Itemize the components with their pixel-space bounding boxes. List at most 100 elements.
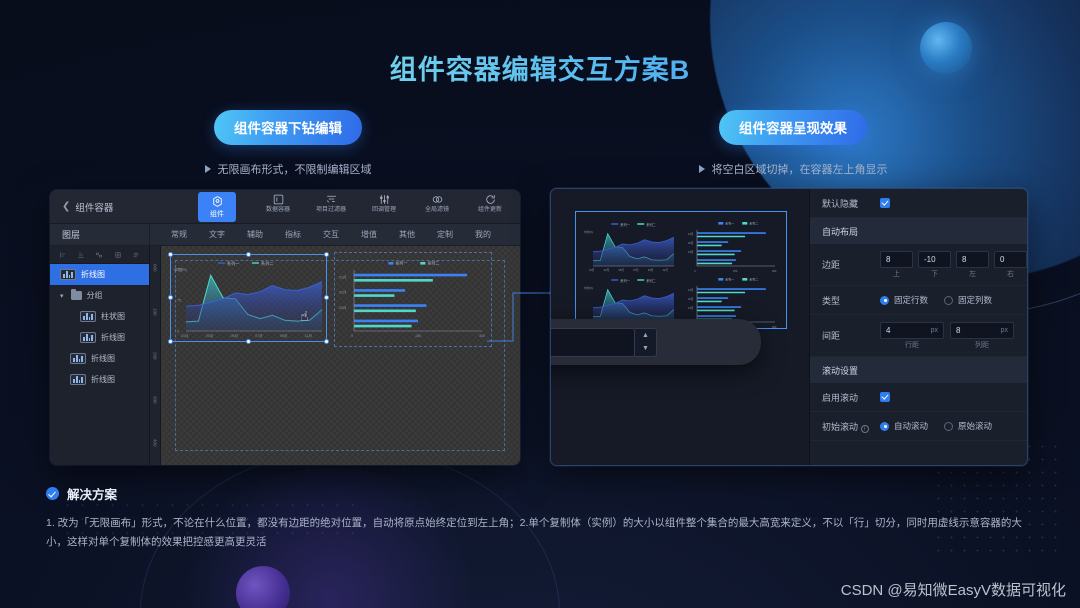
svg-text:01月: 01月: [688, 232, 694, 236]
radio-option-固定列数[interactable]: 固定列数: [944, 294, 992, 306]
radio-indicator[interactable]: [880, 295, 889, 305]
tab-我的[interactable]: 我的: [464, 229, 502, 240]
property-label: 初始滚动 i: [822, 420, 870, 433]
chart-icon: [70, 374, 86, 385]
badge-drilldown-edit: 组件容器下钻编辑: [214, 110, 362, 145]
toolbar-item-回调管理[interactable]: 回调管理: [364, 191, 404, 214]
radio-option-原始滚动[interactable]: 原始滚动: [944, 420, 992, 432]
chevron-down-icon[interactable]: ▾: [60, 292, 64, 300]
resize-handle[interactable]: [245, 252, 251, 257]
mask-icon: [432, 195, 442, 203]
svg-text:03月: 03月: [688, 306, 694, 310]
svg-text:01月: 01月: [688, 288, 694, 292]
list-icon[interactable]: [132, 246, 140, 264]
margin-input-左[interactable]: 8: [956, 250, 989, 268]
component-icon: [212, 196, 222, 207]
align-bottom-icon[interactable]: [77, 246, 85, 264]
layer-item-折线图[interactable]: 折线图: [50, 369, 149, 390]
margin-sublabel: 下: [931, 270, 938, 278]
margin-input-下[interactable]: -10: [918, 250, 951, 268]
component-button[interactable]: 组件: [198, 192, 236, 222]
svg-text:系列二: 系列二: [749, 220, 758, 225]
ruler-mark: 200: [152, 351, 158, 360]
rows-count-input[interactable]: 2: [551, 327, 635, 357]
svg-text:03月: 03月: [604, 268, 610, 272]
tab-常规[interactable]: 常规: [160, 229, 198, 240]
breadcrumb[interactable]: ❮ 组件容器: [50, 200, 113, 214]
tab-交互[interactable]: 交互: [312, 229, 350, 240]
rows-count-callout: 行数 2 ▲ ▼: [551, 319, 761, 365]
svg-text:0: 0: [177, 329, 179, 333]
tab-指标[interactable]: 指标: [274, 229, 312, 240]
layer-item-分组[interactable]: ▾ 分组: [50, 285, 149, 306]
breadcrumb-label: 组件容器: [75, 202, 114, 214]
tab-辅助[interactable]: 辅助: [236, 229, 274, 240]
checkbox-默认隐藏[interactable]: [880, 198, 890, 208]
radio-indicator[interactable]: [944, 421, 954, 431]
toolbar-item-label: 全局滤镜: [424, 207, 449, 213]
radio-indicator[interactable]: [880, 421, 889, 431]
chevron-up-icon[interactable]: ▲: [635, 329, 656, 343]
margin-input-上[interactable]: 8: [880, 250, 913, 268]
svg-text:02月: 02月: [688, 241, 694, 245]
tab-其他[interactable]: 其他: [388, 229, 426, 240]
property-row-启用滚动: 启用滚动: [810, 383, 1027, 412]
ruler-mark: 100: [152, 307, 158, 316]
tab-定制[interactable]: 定制: [426, 229, 464, 240]
svg-text:03月: 03月: [206, 333, 214, 338]
chevron-left-icon[interactable]: ❮: [62, 201, 70, 212]
watermark: CSDN @易知微EasyV数据可视化: [840, 582, 1066, 599]
toolbar-item-label: 组件更新: [477, 207, 502, 213]
gap-input-列距[interactable]: 8 px: [950, 321, 1014, 339]
tab-文字[interactable]: 文字: [198, 229, 236, 240]
sliders-icon: [379, 194, 389, 204]
solution-section: 解决方案 1. 改为「无限画布」形式，不论在什么位置，都没有边距的绝对位置，自动…: [46, 484, 1034, 562]
toolbar-item-全局滤镜[interactable]: 全局滤镜: [417, 191, 457, 214]
layer-tool-row: [50, 246, 149, 264]
chevron-down-icon[interactable]: ▼: [635, 342, 656, 356]
area-chart[interactable]: 系列一 系列二 单位(%) 0 75 150 01月 03月 05月 07月 09月 11月: [172, 258, 325, 340]
margin-sublabel: 右: [1007, 270, 1014, 278]
bar-chart[interactable]: 系列一 系列二 01月 02月 03月 0 150 300: [687, 220, 779, 273]
property-tabs: 常规 文字 辅助 指标 交互 增值 其他 定制 我的: [150, 224, 520, 245]
radio-option-固定行数[interactable]: 固定行数: [880, 294, 928, 306]
property-row-默认隐藏: 默认隐藏: [810, 189, 1027, 218]
distribute-icon[interactable]: [95, 246, 103, 264]
component-button-label: 组件: [210, 211, 224, 218]
radio-label: 自动滚动: [894, 421, 929, 431]
property-label: 间距: [822, 331, 841, 341]
solution-header: 解决方案: [46, 484, 1034, 503]
margin-input-右[interactable]: 0: [994, 250, 1027, 268]
svg-text:150: 150: [177, 267, 183, 271]
layer-item-柱状图[interactable]: 柱状图: [50, 306, 149, 327]
align-left-icon[interactable]: [59, 246, 67, 264]
check-circle-icon: [46, 487, 59, 500]
tab-增值[interactable]: 增值: [350, 229, 388, 240]
toolbar-item-组件更新[interactable]: 组件更新: [470, 191, 510, 214]
gap-input-行距[interactable]: 4 px: [880, 321, 944, 339]
info-icon[interactable]: i: [860, 424, 869, 433]
property-section-自动布局: 自动布局: [810, 218, 1027, 244]
resize-handle[interactable]: [168, 252, 173, 257]
svg-text:系列一: 系列一: [620, 222, 630, 227]
layer-item-折线图[interactable]: 折线图: [50, 327, 149, 348]
note-left: 无限画布形式，不限制编辑区域: [138, 161, 438, 177]
radio-option-自动滚动[interactable]: 自动滚动: [880, 420, 928, 432]
toolbar-item-项目过滤器[interactable]: 项目过滤器: [311, 191, 351, 214]
area-chart[interactable]: 系列一 系列二单位(%) 01月 03月 05月 07月 09月 11月: [583, 221, 677, 273]
svg-text:系列二: 系列二: [646, 222, 656, 227]
checkbox-启用滚动[interactable]: [880, 392, 890, 402]
design-canvas[interactable]: 000 100 200 300 400 系列一 系列二 单位(%) 0 75 150 01月 03月 0…: [150, 246, 520, 465]
svg-text:11月: 11月: [663, 268, 669, 272]
toolbar-item-数据容器[interactable]: 数据容器: [258, 191, 298, 214]
svg-text:单位(%): 单位(%): [584, 230, 593, 234]
editor-screenshot-right: 系列一 系列二 单位(%) 01月 03月 05月 07月 09月 11月 系列一 系列二 01月 0…: [550, 188, 1028, 466]
rows-count-stepper[interactable]: ▲ ▼: [635, 327, 657, 357]
svg-text:单位(%): 单位(%): [584, 286, 593, 290]
layer-item-折线图[interactable]: 折线图: [50, 264, 149, 285]
resize-handle[interactable]: [324, 252, 329, 257]
radio-indicator[interactable]: [944, 295, 954, 305]
svg-text:03月: 03月: [688, 250, 694, 254]
layer-item-折线图[interactable]: 折线图: [50, 348, 149, 369]
group-icon[interactable]: [114, 246, 122, 264]
